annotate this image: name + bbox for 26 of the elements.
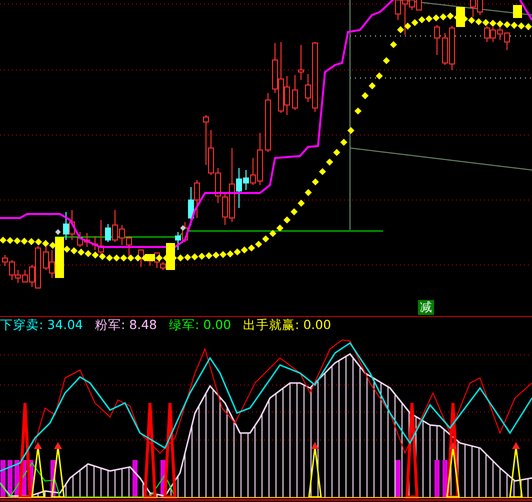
signal-badge: 减 (418, 300, 434, 315)
signal-bar (160, 460, 166, 497)
legend-value: 下穿卖: 34.04 (0, 316, 83, 334)
arrow-marker (51, 442, 65, 498)
signal-bar (22, 460, 26, 497)
signal-bar (434, 460, 440, 497)
signal-bar (50, 460, 56, 497)
signal-bar (145, 254, 155, 261)
signal-bar (0, 460, 6, 497)
signal-bar (8, 460, 12, 497)
arrow-marker (308, 442, 322, 498)
signal-bar (442, 460, 448, 497)
signal-bar (132, 460, 138, 497)
arrow-marker (509, 442, 523, 498)
candlestick (434, 24, 440, 56)
legend-value: 绿军: 0.00 (169, 316, 232, 334)
stop-line (519, 0, 532, 21)
signal-bar (456, 7, 465, 27)
arrow-marker (446, 442, 460, 498)
diamond-marker (55, 229, 61, 235)
legend-value: 出手就赢: 0.00 (243, 316, 332, 334)
legend-value: 粉军: 8.48 (94, 316, 158, 334)
signal-bar (14, 460, 20, 497)
signal-bar (396, 460, 400, 497)
diamond-marker (180, 225, 186, 231)
signal-bar (513, 5, 522, 18)
